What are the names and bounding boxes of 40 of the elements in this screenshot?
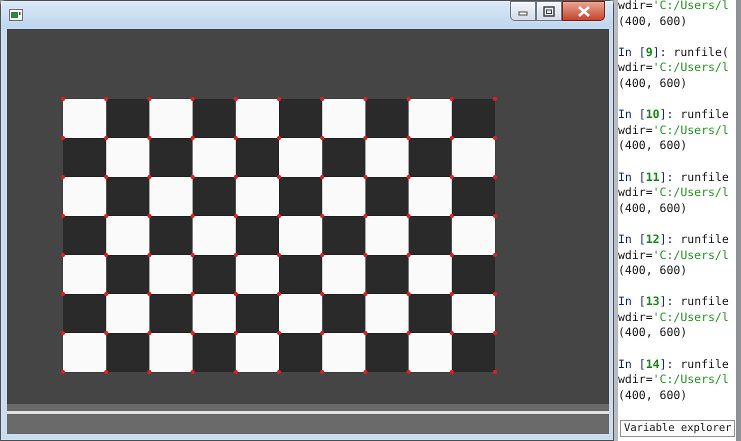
- console-path-string: 'C:/Users/l: [652, 0, 729, 12]
- console-prompt: In [13]:: [618, 294, 674, 308]
- console-path-string: 'C:/Users/l: [652, 372, 729, 386]
- console-argument: wdir=: [618, 185, 653, 200]
- console-argument: wdir=: [618, 0, 653, 12]
- console-prompt: In [10]:: [618, 107, 674, 122]
- console-output: (400, 600): [618, 76, 688, 92]
- console-prompt: In [14]:: [618, 356, 674, 371]
- console-prompt: In [11]:: [618, 170, 674, 184]
- console-command: runfile: [680, 294, 729, 308]
- console-path-string: 'C:/Users/l: [652, 122, 729, 137]
- console-prompt: In [9]:: [618, 44, 668, 59]
- close-icon: [576, 6, 590, 16]
- maximize-icon: [542, 6, 556, 16]
- console-command: runfile: [680, 232, 729, 246]
- console-output: (400, 600): [618, 388, 688, 404]
- console-argument: wdir=: [618, 310, 653, 324]
- console-command: runfile: [680, 356, 729, 371]
- console-argument: wdir=: [618, 372, 653, 386]
- console-path-string: 'C:/Users/l: [652, 60, 729, 74]
- console-prompt: In [12]:: [618, 232, 674, 246]
- console-argument: wdir=: [618, 248, 653, 262]
- console-output: (400, 600): [618, 325, 688, 342]
- close-button[interactable]: [562, 1, 605, 21]
- console-command: runfile(: [673, 44, 729, 59]
- console-output: (400, 600): [618, 263, 688, 279]
- console-argument: wdir=: [618, 60, 653, 74]
- maximize-button[interactable]: [536, 1, 562, 21]
- console-output: (400, 600): [618, 200, 688, 216]
- console-path-string: 'C:/Users/l: [652, 310, 729, 324]
- console-path-string: 'C:/Users/l: [652, 185, 729, 200]
- image-window-icon: [9, 9, 23, 21]
- console-tab[interactable]: Variable explorer: [620, 420, 736, 437]
- console-argument: wdir=: [618, 122, 653, 137]
- minimize-button[interactable]: [510, 1, 536, 21]
- console-command: runfile: [680, 107, 729, 122]
- console-command: runfile: [680, 170, 729, 184]
- console-path-string: 'C:/Users/l: [652, 248, 729, 262]
- console-output: (400, 600): [618, 138, 688, 154]
- console-output: (400, 600): [618, 14, 688, 30]
